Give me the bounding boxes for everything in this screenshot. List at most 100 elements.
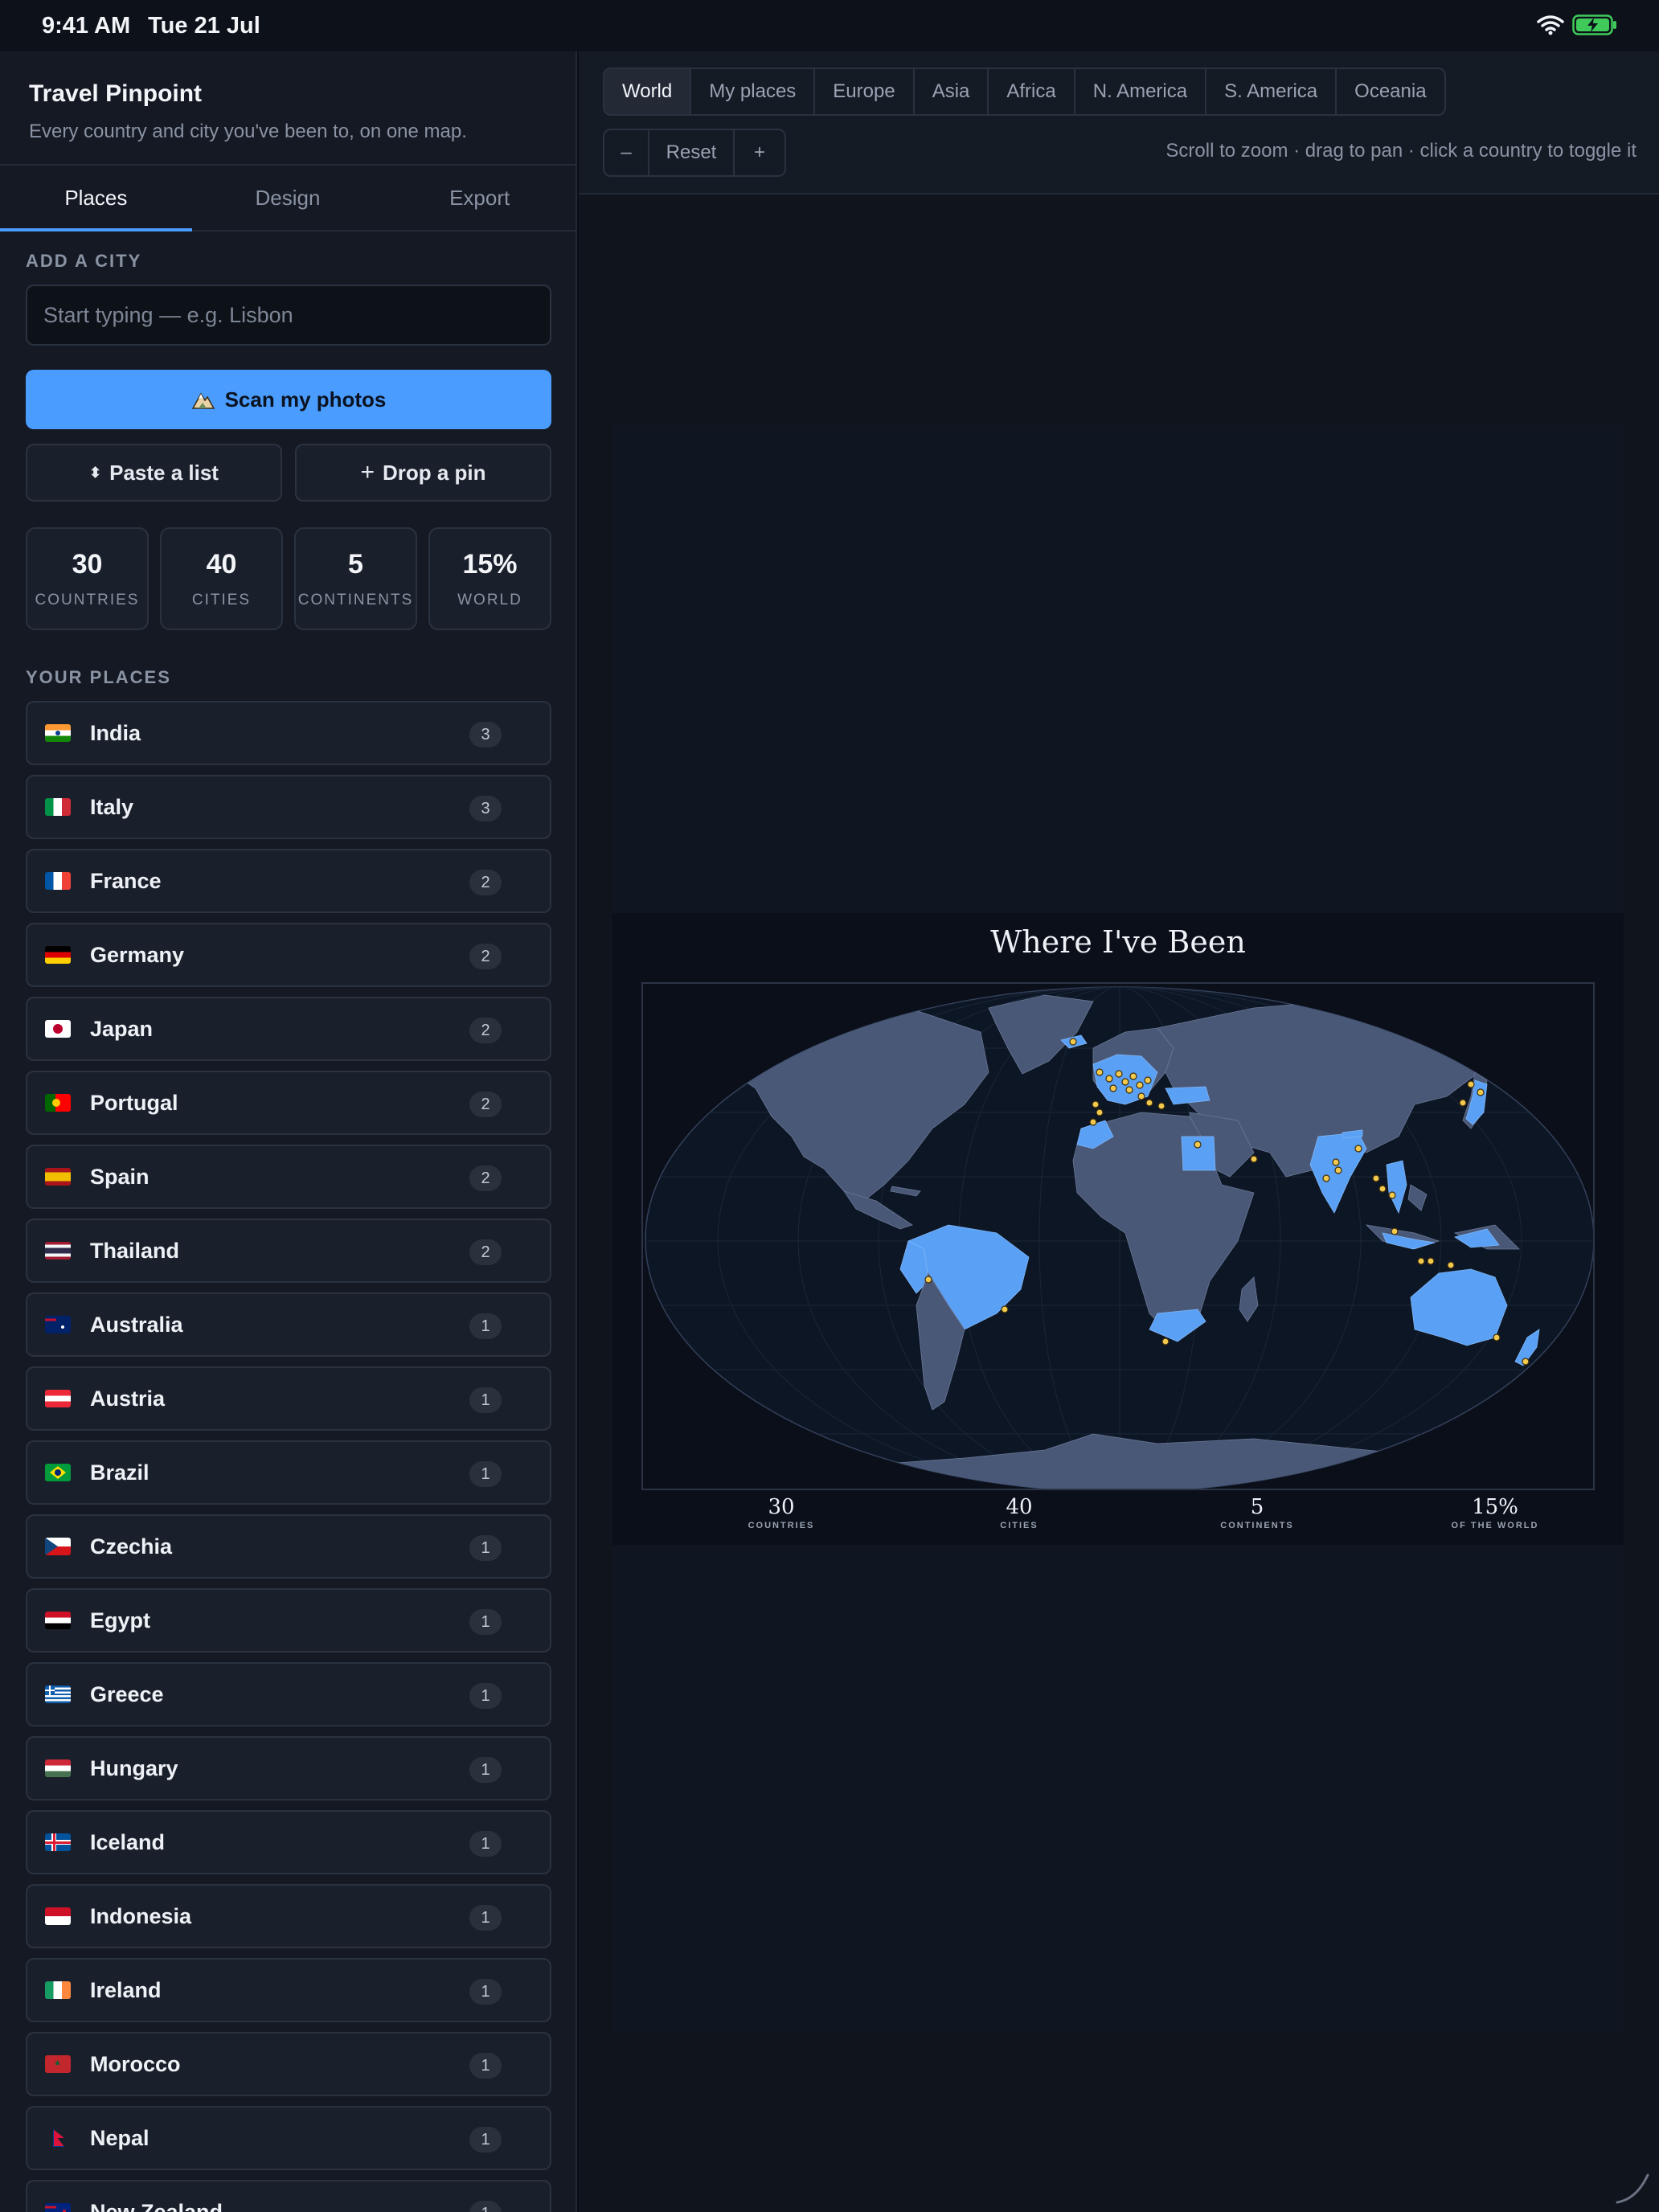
- place-name: Brazil: [90, 1460, 150, 1485]
- zoom-out-button[interactable]: –: [604, 130, 649, 175]
- region-my-places[interactable]: My places: [691, 69, 816, 114]
- city-count-badge: 1: [469, 2127, 502, 2153]
- region-north-america[interactable]: N. America: [1075, 69, 1207, 114]
- place-name: Czechia: [90, 1534, 173, 1559]
- paste-list-button[interactable]: ⬍ Paste a list: [26, 444, 282, 502]
- place-item-india[interactable]: India 3: [26, 701, 551, 765]
- region-europe[interactable]: Europe: [815, 69, 915, 114]
- place-name: Hungary: [90, 1755, 178, 1780]
- nepal-flag-icon: [45, 2129, 71, 2147]
- action-row: ⬍ Paste a list + Drop a pin: [26, 444, 551, 502]
- city-count-badge: 1: [469, 1313, 502, 1339]
- poster-stat-world: 15% OF THE WORLD: [1415, 1495, 1575, 1530]
- poster-stats: 30 COUNTRIES 40 CITIES 5 CONTINENTS 15% …: [612, 1495, 1624, 1538]
- map-toolbar: World My places Europe Asia Africa N. Am…: [579, 51, 1659, 195]
- morocco-flag-icon: ★: [45, 2055, 71, 2073]
- place-name: Australia: [90, 1312, 183, 1337]
- place-name: Thailand: [90, 1238, 180, 1263]
- city-count-badge: 2: [469, 870, 502, 895]
- stats-row: 30 COUNTRIES 40 CITIES 5 CONTINENTS 15% …: [26, 527, 551, 630]
- stat-label: WORLD: [457, 591, 522, 608]
- city-count-badge: 1: [469, 1609, 502, 1635]
- reset-zoom-button[interactable]: Reset: [649, 130, 735, 175]
- place-name: India: [90, 720, 141, 745]
- city-count-badge: 1: [469, 2201, 502, 2212]
- place-item-australia[interactable]: Australia 1: [26, 1292, 551, 1357]
- place-name: Austria: [90, 1386, 166, 1411]
- egypt-flag-icon: [45, 1612, 71, 1629]
- tab-places[interactable]: Places: [0, 166, 192, 231]
- tab-design[interactable]: Design: [192, 166, 384, 230]
- place-item-portugal[interactable]: Portugal 2: [26, 1071, 551, 1135]
- region-selector: World My places Europe Asia Africa N. Am…: [603, 68, 1446, 116]
- place-item-indonesia[interactable]: Indonesia 1: [26, 1884, 551, 1948]
- place-item-morocco[interactable]: ★ Morocco 1: [26, 2032, 551, 2096]
- places-panel: ADD A CITY Scan my photos ⬍ Paste a list…: [26, 231, 551, 2212]
- city-count-badge: 1: [469, 2053, 502, 2079]
- city-count-badge: 2: [469, 1165, 502, 1191]
- zoom-in-button[interactable]: +: [735, 130, 784, 175]
- place-item-nepal[interactable]: Nepal 1: [26, 2106, 551, 2170]
- place-item-czechia[interactable]: Czechia 1: [26, 1514, 551, 1579]
- city-count-badge: 1: [469, 1461, 502, 1487]
- region-oceania[interactable]: Oceania: [1337, 69, 1444, 114]
- place-item-egypt[interactable]: Egypt 1: [26, 1588, 551, 1653]
- city-count-badge: 2: [469, 1239, 502, 1265]
- region-africa[interactable]: Africa: [989, 69, 1075, 114]
- poster-stat-label: COUNTRIES: [748, 1521, 815, 1530]
- place-list: India 3 Italy 3 France 2 Germany 2 Japan: [26, 701, 551, 2212]
- region-south-america[interactable]: S. America: [1206, 69, 1337, 114]
- czechia-flag-icon: [45, 1538, 71, 1555]
- place-item-iceland[interactable]: Iceland 1: [26, 1810, 551, 1874]
- poster-stat-value: 5: [1250, 1495, 1264, 1519]
- status-bar: 9:41 AM Tue 21 Jul: [0, 0, 1659, 51]
- place-item-italy[interactable]: Italy 3: [26, 775, 551, 839]
- france-flag-icon: [45, 872, 71, 890]
- city-count-badge: 1: [469, 1535, 502, 1561]
- poster-stat-cities: 40 CITIES: [939, 1495, 1100, 1530]
- stat-label: COUNTRIES: [35, 591, 140, 608]
- place-item-austria[interactable]: Austria 1: [26, 1366, 551, 1431]
- poster-stat-value: 30: [768, 1495, 795, 1519]
- place-name: Greece: [90, 1682, 164, 1706]
- place-item-new-zealand[interactable]: New Zealand 1: [26, 2180, 551, 2212]
- place-item-japan[interactable]: Japan 2: [26, 997, 551, 1061]
- place-name: New Zealand: [90, 2199, 223, 2212]
- wifi-icon: [1537, 15, 1564, 35]
- city-search-input[interactable]: [26, 285, 551, 346]
- scan-photos-button[interactable]: Scan my photos: [26, 370, 551, 429]
- tab-export[interactable]: Export: [383, 166, 576, 230]
- world-map[interactable]: [641, 982, 1595, 1490]
- region-asia[interactable]: Asia: [915, 69, 989, 114]
- thailand-flag-icon: [45, 1242, 71, 1260]
- city-count-badge: 2: [469, 944, 502, 969]
- place-name: Nepal: [90, 2125, 150, 2150]
- place-name: Iceland: [90, 1829, 166, 1854]
- place-name: Ireland: [90, 1977, 162, 2002]
- indonesia-flag-icon: [45, 1907, 71, 1925]
- stat-value: 40: [206, 548, 237, 580]
- place-item-france[interactable]: France 2: [26, 849, 551, 913]
- place-name: Portugal: [90, 1090, 178, 1115]
- place-name: Japan: [90, 1016, 154, 1041]
- resize-handle-icon[interactable]: [1612, 2167, 1651, 2206]
- stat-label: CONTINENTS: [297, 591, 414, 608]
- stat-world: 15% WORLD: [428, 527, 551, 630]
- place-item-brazil[interactable]: Brazil 1: [26, 1440, 551, 1505]
- world-map-svg[interactable]: [643, 984, 1595, 1490]
- place-item-greece[interactable]: Greece 1: [26, 1662, 551, 1727]
- app-subtitle: Every country and city you've been to, o…: [29, 121, 467, 142]
- battery-charging-icon: [1572, 14, 1616, 35]
- place-item-hungary[interactable]: Hungary 1: [26, 1736, 551, 1800]
- greece-flag-icon: [45, 1686, 71, 1703]
- place-item-germany[interactable]: Germany 2: [26, 923, 551, 987]
- austria-flag-icon: [45, 1390, 71, 1407]
- drop-pin-button[interactable]: + Drop a pin: [295, 444, 551, 502]
- brazil-flag-icon: [45, 1464, 71, 1481]
- place-item-ireland[interactable]: Ireland 1: [26, 1958, 551, 2022]
- place-name: Indonesia: [90, 1903, 192, 1928]
- place-item-spain[interactable]: Spain 2: [26, 1145, 551, 1209]
- place-item-thailand[interactable]: Thailand 2: [26, 1219, 551, 1283]
- italy-flag-icon: [45, 798, 71, 816]
- region-world[interactable]: World: [604, 69, 692, 114]
